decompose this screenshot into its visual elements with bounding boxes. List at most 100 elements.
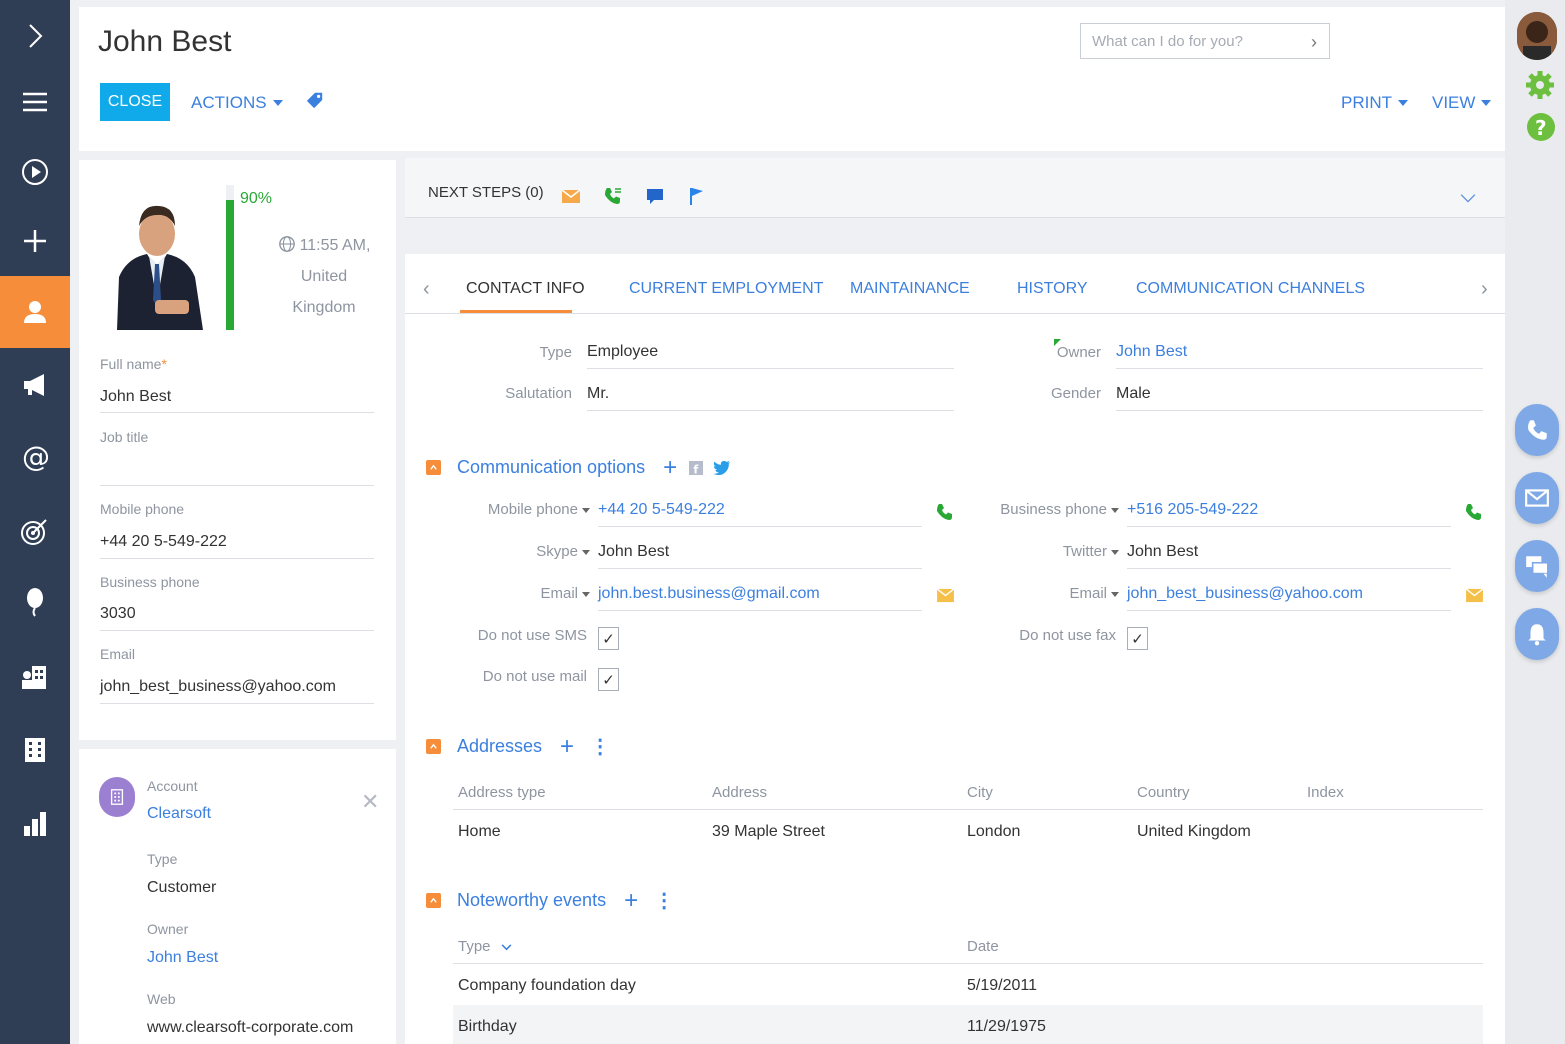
- flag-icon[interactable]: [687, 186, 707, 206]
- salutation-field[interactable]: Mr.: [587, 385, 609, 403]
- twitter-icon[interactable]: [713, 460, 731, 475]
- column-header[interactable]: Index: [1307, 784, 1344, 801]
- expand-icon[interactable]: [0, 0, 70, 72]
- type-field[interactable]: Employee: [587, 343, 658, 361]
- tabs-prev-icon[interactable]: ‹: [423, 278, 430, 301]
- chevron-down-icon[interactable]: [1459, 192, 1477, 209]
- mobile-phone-field[interactable]: +44 20 5-549-222: [100, 533, 227, 551]
- skype-field[interactable]: John Best: [598, 543, 669, 561]
- view-button[interactable]: VIEW: [1432, 93, 1492, 113]
- target-icon[interactable]: [0, 495, 70, 567]
- idea-icon[interactable]: [0, 566, 70, 638]
- events-section-title[interactable]: Noteworthy events: [457, 890, 606, 911]
- no-fax-checkbox[interactable]: ✓: [1127, 627, 1148, 650]
- column-header[interactable]: Type: [458, 938, 512, 955]
- send-email-icon[interactable]: [1465, 588, 1484, 607]
- column-header[interactable]: City: [967, 784, 993, 801]
- gender-field[interactable]: Male: [1116, 385, 1151, 403]
- email-field[interactable]: john_best_business@yahoo.com: [100, 678, 336, 696]
- more-options-icon[interactable]: ⋮: [654, 891, 674, 911]
- add-icon[interactable]: +: [560, 734, 574, 758]
- full-name-field[interactable]: John Best: [100, 388, 171, 406]
- tag-icon[interactable]: [306, 91, 324, 113]
- add-icon[interactable]: +: [624, 888, 638, 912]
- tabs-next-icon[interactable]: ›: [1481, 278, 1488, 301]
- notification-icon[interactable]: [1515, 608, 1559, 660]
- actions-label: ACTIONS: [191, 93, 267, 112]
- command-search[interactable]: ›: [1080, 23, 1330, 59]
- settings-icon[interactable]: [1525, 70, 1555, 104]
- table-row[interactable]: Birthday 11/29/1975: [453, 1005, 1483, 1044]
- twitter-field[interactable]: John Best: [1127, 543, 1198, 561]
- dashboard-icon[interactable]: [0, 788, 70, 860]
- column-header[interactable]: Date: [967, 938, 999, 955]
- menu-icon[interactable]: [0, 66, 70, 138]
- call-icon[interactable]: [1464, 502, 1484, 526]
- column-header[interactable]: Address type: [458, 784, 546, 801]
- email2-link[interactable]: john_best_business@yahoo.com: [1127, 585, 1363, 603]
- tab-maintainance[interactable]: MAINTAINANCE: [850, 280, 970, 298]
- call-icon[interactable]: [935, 502, 955, 526]
- send-email-icon[interactable]: [936, 588, 955, 607]
- tab-current-employment[interactable]: CURRENT EMPLOYMENT: [629, 280, 823, 298]
- account-owner-link[interactable]: John Best: [147, 949, 218, 967]
- email1-link[interactable]: john.best.business@gmail.com: [598, 585, 820, 603]
- caret-down-icon[interactable]: [1111, 507, 1119, 513]
- business-phone-field[interactable]: 3030: [100, 605, 136, 623]
- mobile-phone-link[interactable]: +44 20 5-549-222: [598, 501, 725, 519]
- call-task-icon[interactable]: [603, 186, 623, 206]
- column-header[interactable]: Country: [1137, 784, 1190, 801]
- caret-down-icon[interactable]: [1111, 591, 1119, 597]
- campaign-icon[interactable]: [0, 348, 70, 420]
- help-icon[interactable]: ?: [1526, 112, 1556, 146]
- building-icon[interactable]: [0, 714, 70, 786]
- mail-icon[interactable]: [1515, 472, 1559, 524]
- email-icon[interactable]: @: [0, 420, 70, 492]
- business-phone-link[interactable]: +516 205-549-222: [1127, 501, 1258, 519]
- caret-down-icon[interactable]: [582, 549, 590, 555]
- owner-link[interactable]: John Best: [1116, 343, 1187, 361]
- print-button[interactable]: PRINT: [1341, 93, 1408, 113]
- sort-desc-icon[interactable]: [501, 944, 512, 951]
- next-steps-label[interactable]: NEXT STEPS (0): [428, 184, 544, 201]
- check-icon: ✓: [602, 671, 615, 689]
- mobile-phone-label: Mobile phone: [465, 501, 590, 518]
- more-options-icon[interactable]: ⋮: [590, 737, 610, 757]
- add-icon[interactable]: +: [663, 455, 677, 479]
- close-icon[interactable]: ✕: [361, 789, 379, 815]
- accounts-icon[interactable]: [0, 641, 70, 713]
- divider: [587, 410, 954, 411]
- caret-down-icon[interactable]: [582, 591, 590, 597]
- caret-down-icon[interactable]: [582, 507, 590, 513]
- chevron-right-icon[interactable]: ›: [1311, 32, 1317, 53]
- tab-history[interactable]: HISTORY: [1017, 280, 1088, 298]
- tab-contact-info[interactable]: CONTACT INFO: [466, 280, 585, 298]
- play-icon[interactable]: [0, 136, 70, 208]
- chat-icon[interactable]: [1515, 540, 1559, 592]
- addresses-section-title[interactable]: Addresses: [457, 736, 542, 757]
- no-sms-checkbox[interactable]: ✓: [598, 627, 619, 650]
- collapse-icon[interactable]: [426, 460, 441, 475]
- add-icon[interactable]: [0, 205, 70, 277]
- contact-photo[interactable]: [117, 182, 203, 330]
- phone-icon[interactable]: [1515, 404, 1559, 456]
- user-avatar[interactable]: [1517, 12, 1557, 60]
- account-link[interactable]: Clearsoft: [147, 805, 211, 823]
- divider: [453, 963, 1483, 964]
- facebook-icon[interactable]: f: [689, 460, 704, 475]
- actions-button[interactable]: ACTIONS: [191, 93, 283, 113]
- tab-communication-channels[interactable]: COMMUNICATION CHANNELS: [1136, 280, 1365, 298]
- email-task-icon[interactable]: [561, 186, 581, 206]
- account-web-value[interactable]: www.clearsoft-corporate.com: [147, 1019, 353, 1037]
- communication-section-title[interactable]: Communication options: [457, 457, 645, 478]
- search-input[interactable]: [1092, 32, 1302, 50]
- gender-label: Gender: [1050, 385, 1101, 402]
- collapse-icon[interactable]: [426, 893, 441, 908]
- contact-icon[interactable]: [0, 276, 70, 348]
- caret-down-icon[interactable]: [1111, 549, 1119, 555]
- column-header[interactable]: Address: [712, 784, 767, 801]
- collapse-icon[interactable]: [426, 739, 441, 754]
- no-mail-checkbox[interactable]: ✓: [598, 668, 619, 691]
- message-task-icon[interactable]: [645, 186, 665, 206]
- close-button[interactable]: CLOSE: [100, 83, 170, 121]
